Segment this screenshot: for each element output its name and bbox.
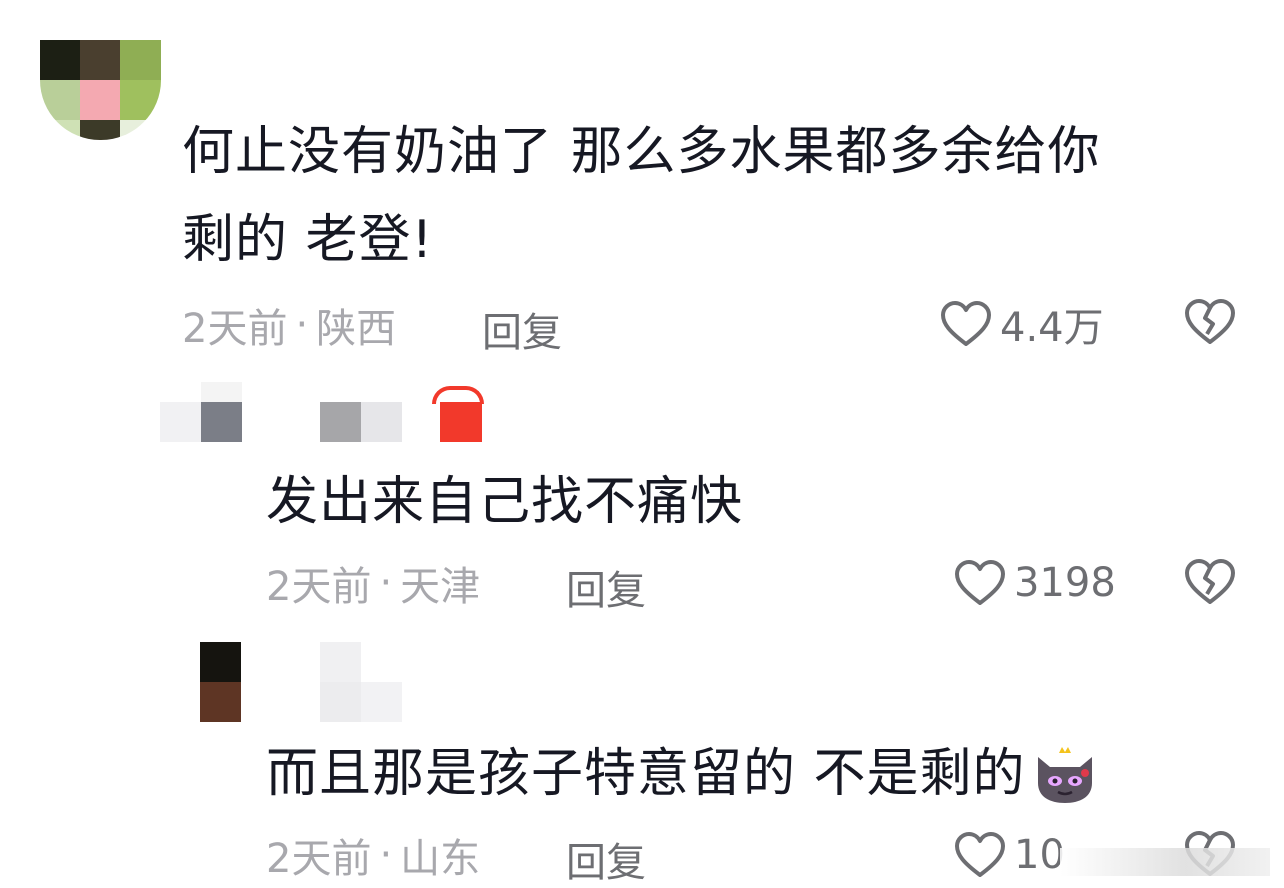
avatar[interactable]	[160, 382, 242, 442]
like-button[interactable]: 4.4万	[940, 297, 1104, 351]
dislike-icon[interactable]	[1184, 298, 1236, 346]
comment-meta: 2天前 · 山东	[266, 830, 480, 882]
cat-emoji-icon	[1037, 747, 1092, 803]
user-badge	[440, 402, 482, 442]
comment-location: 天津	[400, 564, 481, 610]
username-blurred[interactable]	[320, 642, 402, 722]
like-button[interactable]: 3198	[954, 556, 1116, 610]
separator-dot: ·	[379, 560, 393, 606]
badge-ribbon	[432, 386, 484, 404]
like-count: 3198	[1014, 560, 1116, 606]
comment-meta: 2天前 · 陕西	[182, 300, 396, 352]
avatar[interactable]	[200, 642, 241, 722]
avatar[interactable]	[40, 40, 161, 140]
like-count: 10	[1014, 832, 1065, 878]
reply-button[interactable]: 回复	[566, 830, 646, 888]
comment-text: 发出来自己找不痛快	[266, 472, 744, 532]
comment-2: 发出来自己找不痛快 2天前 · 天津 回复 3198	[0, 370, 1284, 630]
username-blurred[interactable]	[320, 402, 402, 442]
separator-dot: ·	[295, 302, 309, 348]
comment-time: 2天前	[182, 306, 288, 352]
like-count: 4.4万	[1000, 305, 1104, 351]
reply-button[interactable]: 回复	[482, 300, 562, 358]
comment-text-line: 何止没有奶油了 那么多水果都多余给你	[182, 122, 1101, 182]
watermark	[1060, 848, 1270, 876]
heart-icon	[955, 560, 1005, 605]
heart-icon	[941, 301, 991, 346]
comment-time: 2天前	[266, 836, 372, 882]
comment-text: 而且那是孩子特意留的 不是剩的	[266, 730, 1102, 818]
like-button[interactable]: 10	[954, 828, 1065, 882]
comment-text-line: 剩的 老登!	[182, 210, 434, 270]
separator-dot: ·	[379, 832, 393, 878]
comment-time: 2天前	[266, 564, 372, 610]
comment-text: 何止没有奶油了 那么多水果都多余给你 剩的 老登!	[182, 108, 1262, 284]
reply-button[interactable]: 回复	[566, 558, 646, 616]
heart-icon	[955, 832, 1005, 877]
comment-text-content: 而且那是孩子特意留的 不是剩的	[266, 744, 1026, 804]
comment-1: 何止没有奶油了 那么多水果都多余给你 剩的 老登! 2天前 · 陕西 回复 4.…	[0, 0, 1284, 370]
comment-location: 陕西	[316, 306, 397, 352]
dislike-icon[interactable]	[1184, 558, 1236, 606]
comment-meta: 2天前 · 天津	[266, 558, 480, 610]
comment-location: 山东	[400, 836, 481, 882]
